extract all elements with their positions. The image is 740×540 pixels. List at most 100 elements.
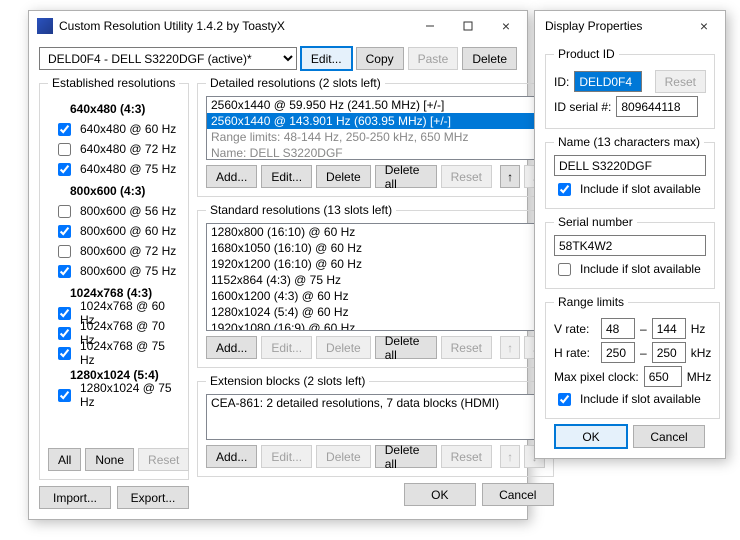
established-none-button[interactable]: None [85, 448, 134, 471]
extension-moveup-button[interactable]: ↑ [500, 445, 520, 468]
resolution-checkbox-row[interactable]: 800x600 @ 72 Hz [54, 242, 180, 260]
name-group: Name (13 characters max) Include if slot… [545, 135, 715, 209]
minimize-button[interactable] [411, 14, 449, 38]
paste-button[interactable]: Paste [408, 47, 459, 70]
standard-delete-button[interactable]: Delete [316, 336, 371, 359]
resolution-group-heading: 1024x768 (4:3) [70, 286, 180, 300]
standard-list-item[interactable]: 1152x864 (4:3) @ 75 Hz [207, 272, 544, 288]
extension-deleteall-button[interactable]: Delete all [375, 445, 437, 468]
resolution-checkbox-row[interactable]: 640x480 @ 75 Hz [54, 160, 180, 178]
resolution-checkbox[interactable] [58, 347, 71, 360]
established-reset-button[interactable]: Reset [138, 448, 189, 471]
resolution-checkbox-row[interactable]: 800x600 @ 60 Hz [54, 222, 180, 240]
standard-reset-button[interactable]: Reset [441, 336, 492, 359]
resolution-checkbox-row[interactable]: 800x600 @ 56 Hz [54, 202, 180, 220]
khz-unit: kHz [691, 346, 712, 360]
resolution-checkbox[interactable] [58, 143, 71, 156]
detailed-list-item[interactable]: 2560x1440 @ 143.901 Hz (603.95 MHz) [+/-… [207, 113, 544, 129]
main-ok-button[interactable]: OK [404, 483, 476, 506]
resolution-checkbox-row[interactable]: 1280x1024 @ 75 Hz [54, 386, 180, 404]
detailed-list-item[interactable]: Name: DELL S3220DGF [207, 145, 544, 160]
vrate-min-input[interactable] [601, 318, 635, 339]
name-include-checkbox[interactable] [558, 183, 571, 196]
standard-moveup-button[interactable]: ↑ [500, 336, 520, 359]
resolution-checkbox[interactable] [58, 245, 71, 258]
display-properties-dialog: Display Properties × Product ID ID: Rese… [534, 10, 726, 459]
extension-reset-button[interactable]: Reset [441, 445, 492, 468]
extension-add-button[interactable]: Add... [206, 445, 257, 468]
detailed-resolutions-group: Detailed resolutions (2 slots left) 2560… [197, 76, 554, 197]
resolution-checkbox[interactable] [58, 163, 71, 176]
close-button[interactable]: × [487, 14, 525, 38]
copy-button[interactable]: Copy [356, 47, 404, 70]
resolution-checkbox-row[interactable]: 640x480 @ 60 Hz [54, 120, 180, 138]
extension-listbox[interactable]: CEA-861: 2 detailed resolutions, 7 data … [206, 394, 545, 440]
cru-main-window: Custom Resolution Utility 1.4.2 by Toast… [28, 10, 528, 520]
standard-list-item[interactable]: 1920x1080 (16:9) @ 60 Hz [207, 320, 544, 331]
serial-include-label: Include if slot available [580, 262, 701, 276]
resolution-checkbox[interactable] [58, 327, 71, 340]
dialog-close-button[interactable]: × [685, 14, 723, 38]
dialog-ok-button[interactable]: OK [555, 425, 627, 448]
detailed-edit-button[interactable]: Edit... [261, 165, 312, 188]
standard-listbox[interactable]: 1280x800 (16:10) @ 60 Hz1680x1050 (16:10… [206, 223, 545, 331]
detailed-listbox[interactable]: 2560x1440 @ 59.950 Hz (241.50 MHz) [+/-]… [206, 96, 545, 160]
standard-list-item[interactable]: 1600x1200 (4:3) @ 60 Hz [207, 288, 544, 304]
name-input[interactable] [554, 155, 706, 176]
id-input[interactable] [574, 71, 642, 92]
product-id-legend: Product ID [554, 47, 619, 61]
standard-list-item[interactable]: 1680x1050 (16:10) @ 60 Hz [207, 240, 544, 256]
extension-delete-button[interactable]: Delete [316, 445, 371, 468]
hrate-min-input[interactable] [601, 342, 635, 363]
established-all-button[interactable]: All [48, 448, 81, 471]
export-button[interactable]: Export... [117, 486, 189, 509]
standard-deleteall-button[interactable]: Delete all [375, 336, 437, 359]
standard-edit-button[interactable]: Edit... [261, 336, 312, 359]
resolution-checkbox-row[interactable]: 1024x768 @ 75 Hz [54, 344, 180, 362]
detailed-reset-button[interactable]: Reset [441, 165, 492, 188]
resolution-checkbox-row[interactable]: 640x480 @ 72 Hz [54, 140, 180, 158]
resolution-checkbox[interactable] [58, 205, 71, 218]
extension-edit-button[interactable]: Edit... [261, 445, 312, 468]
serial-include-checkbox[interactable] [558, 263, 571, 276]
serial-input[interactable] [554, 235, 706, 256]
display-selector[interactable]: DELD0F4 - DELL S3220DGF (active)* [39, 47, 297, 70]
resolution-label: 640x480 @ 72 Hz [80, 142, 176, 156]
resolution-checkbox[interactable] [58, 225, 71, 238]
resolution-checkbox[interactable] [58, 389, 71, 402]
resolution-label: 800x600 @ 75 Hz [80, 264, 176, 278]
maximize-button[interactable] [449, 14, 487, 38]
resolution-group-heading: 640x480 (4:3) [70, 102, 180, 116]
detailed-list-item[interactable]: Range limits: 48-144 Hz, 250-250 kHz, 65… [207, 129, 544, 145]
detailed-delete-button[interactable]: Delete [316, 165, 371, 188]
range-include-checkbox[interactable] [558, 393, 571, 406]
extension-list-item[interactable]: CEA-861: 2 detailed resolutions, 7 data … [207, 395, 544, 411]
resolution-checkbox[interactable] [58, 123, 71, 136]
detailed-list-item[interactable]: 2560x1440 @ 59.950 Hz (241.50 MHz) [+/-] [207, 97, 544, 113]
import-button[interactable]: Import... [39, 486, 111, 509]
standard-add-button[interactable]: Add... [206, 336, 257, 359]
product-reset-button[interactable]: Reset [655, 70, 706, 93]
detailed-deleteall-button[interactable]: Delete all [375, 165, 437, 188]
id-serial-input[interactable] [616, 96, 698, 117]
standard-list-item[interactable]: 1280x800 (16:10) @ 60 Hz [207, 224, 544, 240]
detailed-add-button[interactable]: Add... [206, 165, 257, 188]
detailed-moveup-button[interactable]: ↑ [500, 165, 520, 188]
extension-legend: Extension blocks (2 slots left) [206, 374, 369, 388]
delete-display-button[interactable]: Delete [462, 47, 517, 70]
dialog-cancel-button[interactable]: Cancel [633, 425, 705, 448]
name-legend: Name (13 characters max) [554, 135, 704, 149]
resolution-checkbox[interactable] [58, 307, 71, 320]
range-limits-group: Range limits V rate: – Hz H rate: – kHz … [545, 295, 720, 419]
edit-display-button[interactable]: Edit... [301, 47, 352, 70]
vrate-max-input[interactable] [652, 318, 686, 339]
resolution-checkbox[interactable] [58, 265, 71, 278]
standard-legend: Standard resolutions (13 slots left) [206, 203, 396, 217]
titlebar: Custom Resolution Utility 1.4.2 by Toast… [29, 11, 527, 41]
standard-list-item[interactable]: 1280x1024 (5:4) @ 60 Hz [207, 304, 544, 320]
resolution-checkbox-row[interactable]: 800x600 @ 75 Hz [54, 262, 180, 280]
maxclock-input[interactable] [644, 366, 682, 387]
standard-list-item[interactable]: 1920x1200 (16:10) @ 60 Hz [207, 256, 544, 272]
main-cancel-button[interactable]: Cancel [482, 483, 554, 506]
hrate-max-input[interactable] [652, 342, 686, 363]
